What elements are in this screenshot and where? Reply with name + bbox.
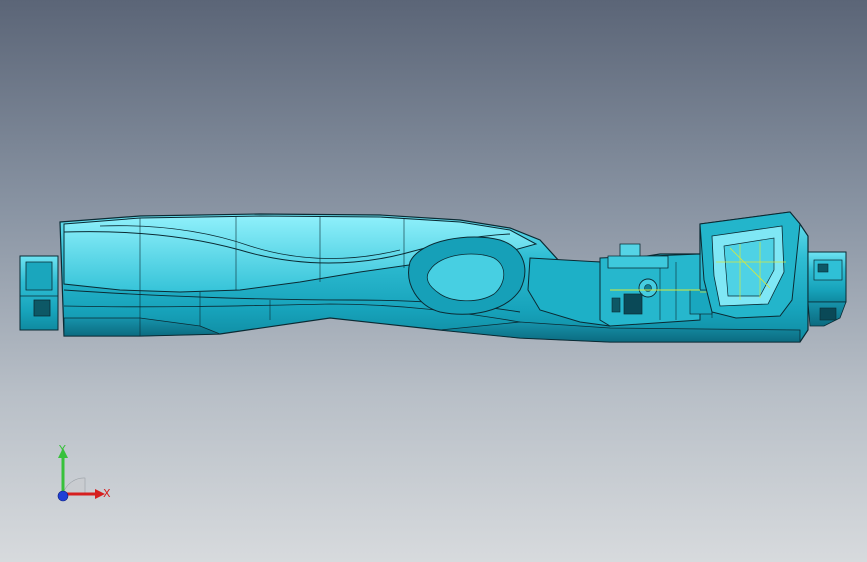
model-3d-view[interactable] [0,0,867,562]
left-end-cap [19,255,59,331]
finger-recess [408,236,526,315]
x-axis-label: X [103,487,111,500]
coordinate-triad: Y X [57,443,111,502]
z-axis-dot [57,490,69,502]
y-axis-label: Y [58,443,66,456]
right-end-cover [699,211,847,327]
graphics-viewport[interactable]: Y X [0,0,867,562]
